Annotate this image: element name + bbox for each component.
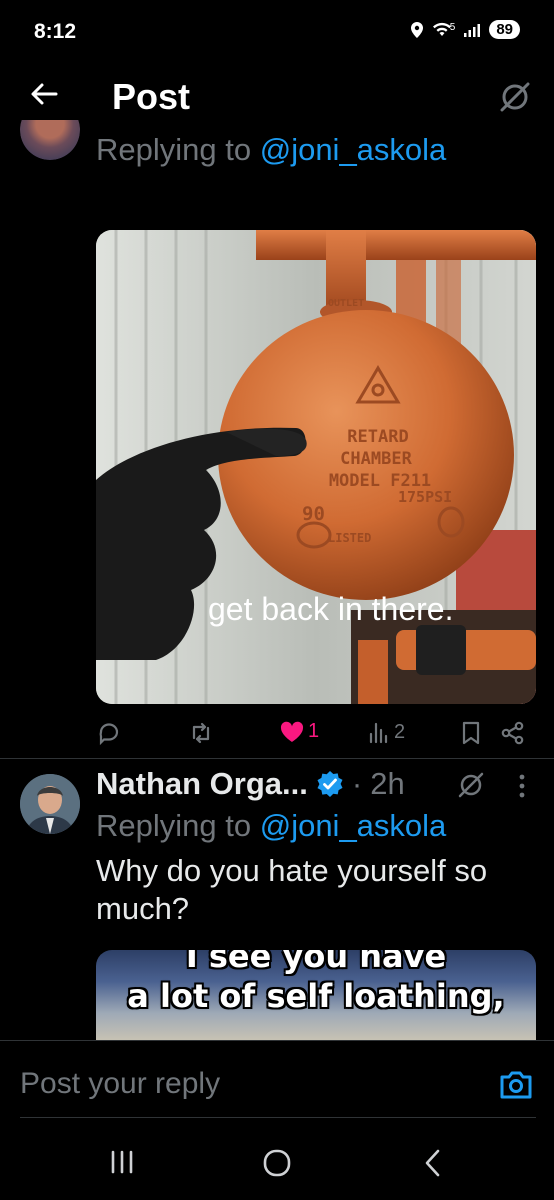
author-name[interactable]: Nathan Orga... — [96, 766, 308, 802]
replying-prefix: Replying to — [96, 132, 260, 167]
engraved-text-2: CHAMBER — [340, 449, 412, 469]
like-count: 1 — [308, 720, 320, 742]
reply-underline — [20, 1117, 536, 1118]
post-divider — [0, 758, 554, 759]
replying-to: Replying to @joni_askola — [96, 808, 446, 844]
home-icon[interactable] — [262, 1148, 292, 1178]
battery-badge: 89 — [489, 20, 520, 39]
engraved-text-7: OUTLET — [328, 298, 364, 309]
recents-icon[interactable] — [108, 1148, 136, 1176]
system-nav-bar — [0, 1124, 554, 1200]
media-overlay-text: get back in there. — [208, 591, 453, 627]
verified-icon — [317, 771, 343, 797]
replying-to: Replying to @joni_askola — [96, 132, 446, 168]
engraved-text-4: 90 — [302, 503, 325, 525]
meme-text-line1: I see you have — [185, 950, 447, 975]
grok-icon[interactable] — [498, 80, 532, 114]
media-illustration: RETARD CHAMBER MODEL F211 90 175PSI LIST… — [96, 230, 536, 704]
page-title: Post — [112, 76, 191, 117]
reply-icon — [99, 723, 119, 746]
like-action[interactable]: 1 — [280, 720, 319, 743]
reply-action[interactable] — [96, 720, 122, 746]
back-nav-icon[interactable] — [420, 1148, 446, 1178]
views-action[interactable]: 2 — [368, 720, 405, 744]
repost-icon — [192, 722, 210, 744]
back-arrow-icon[interactable] — [28, 78, 60, 110]
bookmark-icon — [462, 721, 480, 745]
post-media-image[interactable]: RETARD CHAMBER MODEL F211 90 175PSI LIST… — [96, 230, 536, 704]
share-action[interactable] — [500, 720, 526, 746]
repost-action[interactable] — [188, 720, 214, 746]
share-icon — [501, 721, 524, 745]
reply-composer: Post your reply — [0, 1040, 554, 1119]
wifi-icon: 5 — [432, 21, 456, 38]
views-icon — [369, 722, 388, 744]
bookmark-action[interactable] — [460, 720, 482, 746]
network-label: 5 — [449, 21, 456, 33]
location-icon — [410, 21, 423, 38]
post-time[interactable]: 2h — [370, 766, 404, 802]
top-header: Post — [0, 64, 554, 136]
meme-text-line2: a lot of self loathing, — [127, 977, 505, 1015]
battery-level: 89 — [496, 21, 513, 38]
status-bar: 8:12 5 89 — [0, 0, 554, 64]
status-time: 8:12 — [34, 20, 77, 43]
post-text: Why do you hate yourself so much? — [96, 853, 488, 926]
camera-icon[interactable] — [498, 1069, 534, 1101]
grok-icon[interactable] — [456, 770, 486, 800]
replying-prefix: Replying to — [96, 808, 260, 843]
signal-icon — [464, 23, 481, 37]
reply-input[interactable]: Post your reply — [20, 1067, 220, 1101]
author-row: Nathan Orga... · 2h — [96, 766, 405, 802]
post-media-image[interactable]: I see you have a lot of self loathing, — [96, 950, 536, 1040]
replying-handle[interactable]: @joni_askola — [260, 132, 447, 167]
separator-dot: · — [351, 766, 363, 801]
heart-icon — [280, 721, 304, 742]
engraved-text-1: RETARD — [347, 427, 408, 447]
engraved-text-6: LISTED — [328, 531, 371, 545]
replying-handle[interactable]: @joni_askola — [260, 808, 447, 843]
views-count: 2 — [394, 720, 406, 743]
avatar[interactable] — [20, 120, 80, 160]
more-icon[interactable] — [512, 772, 532, 800]
status-icons: 5 89 — [410, 20, 520, 39]
post-actions: 1 2 — [96, 716, 536, 752]
avatar[interactable] — [20, 774, 80, 834]
engraved-text-5: 175PSI — [398, 488, 452, 506]
